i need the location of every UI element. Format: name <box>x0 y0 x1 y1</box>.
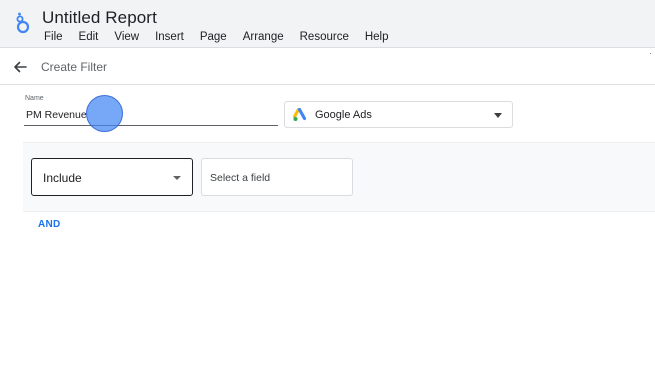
arrow-left-icon[interactable] <box>12 59 28 75</box>
menu-page[interactable]: Page <box>200 31 227 43</box>
field-select-placeholder: Select a field <box>210 172 271 184</box>
menu-insert[interactable]: Insert <box>155 31 184 43</box>
name-field-label: Name <box>25 95 44 102</box>
menu-bar: File Edit View Insert Page Arrange Resou… <box>44 31 405 43</box>
page-title: Create Filter <box>41 60 108 74</box>
caret-down-icon <box>494 113 502 118</box>
filter-name-input[interactable] <box>24 104 278 126</box>
app-header: Untitled Report File Edit View Insert Pa… <box>0 0 655 48</box>
add-and-condition-button[interactable]: AND <box>38 219 61 230</box>
include-select-value: Include <box>43 171 82 185</box>
include-exclude-select[interactable]: Include <box>31 158 193 196</box>
menu-help[interactable]: Help <box>365 31 389 43</box>
field-select[interactable]: Select a field <box>201 158 353 196</box>
filter-editor-header: Create Filter · <box>0 49 655 85</box>
click-indicator <box>86 95 123 132</box>
google-ads-icon <box>293 108 307 121</box>
menu-arrange[interactable]: Arrange <box>243 31 284 43</box>
menu-view[interactable]: View <box>114 31 139 43</box>
caret-down-icon <box>173 176 181 180</box>
looker-studio-logo-icon[interactable] <box>15 11 31 35</box>
data-source-select[interactable]: Google Ads <box>284 101 513 128</box>
menu-edit[interactable]: Edit <box>79 31 99 43</box>
menu-file[interactable]: File <box>44 31 63 43</box>
menu-resource[interactable]: Resource <box>300 31 349 43</box>
corner-mark: · <box>649 49 652 58</box>
report-title[interactable]: Untitled Report <box>42 8 157 28</box>
app-window: Untitled Report File Edit View Insert Pa… <box>0 0 655 366</box>
data-source-label: Google Ads <box>315 109 372 121</box>
